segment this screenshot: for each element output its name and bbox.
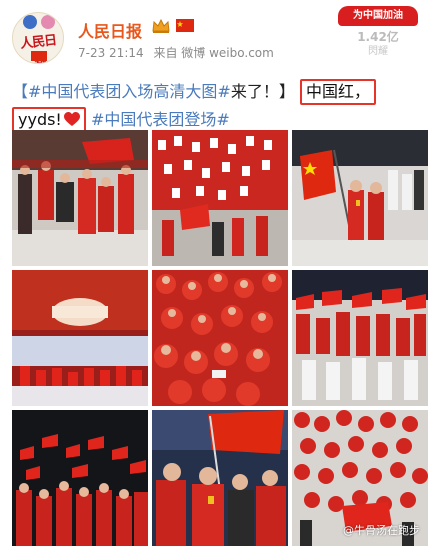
mascot-icon: [23, 15, 37, 29]
stadium-wide-photo[interactable]: [12, 270, 148, 406]
post-time: 7-23 21:14: [78, 46, 144, 60]
flags-waving-photo[interactable]: [292, 270, 428, 406]
photo-grid: @牛骨汤在跑步: [12, 130, 428, 546]
badge-title: 为中国加油: [338, 6, 418, 26]
post-source[interactable]: 来自 微博 weibo.com: [153, 46, 273, 60]
hashtag-link[interactable]: #中国代表团登场#: [91, 110, 230, 129]
post-meta: 7-23 21:14 来自 微博 weibo.com: [78, 44, 280, 61]
athletes-waving-photo[interactable]: [152, 270, 288, 406]
watermark: @牛骨汤在跑步: [343, 524, 420, 537]
avatar[interactable]: 人民日報: [12, 12, 64, 64]
flag-bearer-closeup-photo[interactable]: [152, 410, 288, 546]
cn-flag-icon: [176, 19, 194, 32]
delegation-crowd-photo[interactable]: [152, 130, 288, 266]
hashtag-link[interactable]: 【#中国代表团入场高清大图#: [12, 82, 231, 101]
badge-label: 閃耀: [368, 46, 388, 57]
post-plain-text: 来了！】: [230, 82, 295, 101]
mascot-icon: [41, 15, 55, 29]
night-flags-photo[interactable]: [12, 410, 148, 546]
crown-icon: [152, 18, 170, 33]
highlighted-text: 中国红，: [299, 79, 376, 105]
support-badge[interactable]: 为中国加油 1.42亿 閃耀: [338, 6, 418, 57]
cn-flag-icon: [31, 51, 47, 61]
yyds-text: yyds!: [18, 110, 62, 129]
post-line-1: 【#中国代表团入场高清大图#来了！】 中国红，: [12, 78, 376, 106]
delegation-walking-photo[interactable]: [12, 130, 148, 266]
username[interactable]: 人民日报: [78, 18, 142, 42]
post-header: 人民日報 人民日报 7-23 21:14 来自 微博 weibo.com 为中国…: [0, 0, 440, 70]
flag-bearer-photo[interactable]: [292, 130, 428, 266]
heart-icon: [63, 112, 80, 126]
